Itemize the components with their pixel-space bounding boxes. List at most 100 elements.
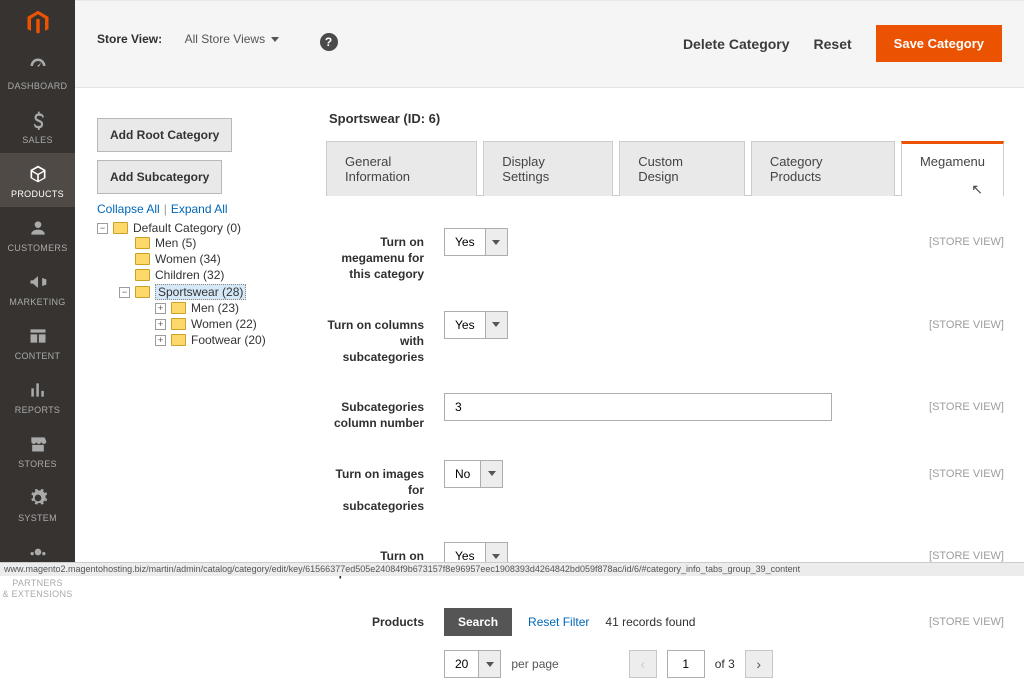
scope-label: [STORE VIEW] [929,311,1004,331]
folder-icon [171,334,186,346]
category-tree: − Default Category (0) Men (5) Women (34)… [97,220,317,350]
next-page-button[interactable]: › [745,650,773,678]
tab-products[interactable]: Category Products [751,141,895,196]
nav-stores[interactable]: STORES [0,423,75,477]
tree-toggle-icon[interactable]: − [119,287,130,298]
delete-category-button[interactable]: Delete Category [683,36,790,52]
page-number-input[interactable] [667,650,705,678]
nav-reports-label: REPORTS [2,405,73,415]
category-side-panel: Add Root Category Add Subcategory Collap… [97,118,317,350]
add-root-category-button[interactable]: Add Root Category [97,118,232,152]
chevron-down-icon[interactable] [479,650,501,678]
chevron-down-icon[interactable] [486,228,508,256]
page-of-label: of 3 [715,657,735,671]
folder-icon [135,269,150,281]
nav-customers-label: CUSTOMERS [2,243,73,253]
category-tabs: General Information Display Settings Cus… [326,140,1004,196]
page-toolbar: Store View: All Store Views ? Delete Cat… [75,0,1024,88]
nav-stores-label: STORES [2,459,73,469]
tab-general[interactable]: General Information [326,141,477,196]
tree-node-sportswear[interactable]: Sportswear (28) [155,284,246,300]
store-view-label: Store View: [97,32,162,46]
nav-dashboard-label: DASHBOARD [2,81,73,91]
add-subcategory-button[interactable]: Add Subcategory [97,160,222,194]
save-category-button[interactable]: Save Category [876,25,1002,62]
category-form: Sportswear (ID: 6) General Information D… [326,103,1004,684]
nav-system-label: SYSTEM [2,513,73,523]
per-page-value: 20 [444,650,479,678]
browser-status-bar: www.magento2.magentohosting.biz/martin/a… [0,562,1024,576]
per-page-select[interactable]: 20 [444,650,501,678]
store-view-switcher[interactable]: All Store Views [185,32,279,46]
chevron-down-icon[interactable] [481,460,503,488]
tree-toggle-icon[interactable]: − [97,223,108,234]
chevron-down-icon[interactable] [486,311,508,339]
collapse-all-link[interactable]: Collapse All [97,202,160,216]
scope-label: [STORE VIEW] [929,542,1004,562]
scope-label: [STORE VIEW] [929,608,1004,628]
reset-button[interactable]: Reset [814,36,852,52]
field-label-products: Products [326,608,444,630]
scope-label: [STORE VIEW] [929,228,1004,248]
folder-icon [171,318,186,330]
nav-customers[interactable]: CUSTOMERS [0,207,75,261]
megamenu-select-value: Yes [444,228,486,256]
folder-icon [135,237,150,249]
chevron-left-icon: ‹ [640,656,645,672]
nav-content-label: CONTENT [2,351,73,361]
nav-marketing[interactable]: MARKETING [0,261,75,315]
colnum-input[interactable] [444,393,832,421]
field-label-columns: Turn on columns with subcategories [326,311,444,366]
nav-system[interactable]: SYSTEM [0,477,75,531]
records-found: 41 records found [605,615,695,629]
tree-node-sw-women[interactable]: Women (22) [191,317,257,331]
search-button[interactable]: Search [444,608,512,636]
reset-filter-link[interactable]: Reset Filter [528,615,589,629]
per-page-label: per page [511,657,558,671]
chevron-down-icon [271,37,279,42]
scope-label: [STORE VIEW] [929,460,1004,480]
tab-display[interactable]: Display Settings [483,141,613,196]
folder-icon [135,286,150,298]
nav-marketing-label: MARKETING [2,297,73,307]
field-label-images: Turn on images for subcategories [326,460,444,515]
nav-content[interactable]: CONTENT [0,315,75,369]
chevron-right-icon: › [756,656,761,672]
columns-select-value: Yes [444,311,486,339]
tab-design[interactable]: Custom Design [619,141,745,196]
tree-toggle-icon[interactable]: + [155,319,166,330]
expand-all-link[interactable]: Expand All [171,202,228,216]
tab-megamenu[interactable]: Megamenu ↖ [901,141,1004,196]
tree-node-sw-men[interactable]: Men (23) [191,301,239,315]
folder-icon [113,222,128,234]
megamenu-select[interactable]: Yes [444,228,508,256]
magento-logo[interactable] [0,0,75,45]
category-title: Sportswear (ID: 6) [329,111,1001,126]
tree-node-default[interactable]: Default Category (0) [133,221,241,235]
tab-megamenu-label: Megamenu [920,154,985,169]
tree-node-women[interactable]: Women (34) [155,252,221,266]
tree-node-men[interactable]: Men (5) [155,236,196,250]
nav-sales[interactable]: SALES [0,99,75,153]
field-label-colnum: Subcategories column number [326,393,444,431]
admin-nav-rail: DASHBOARD SALES PRODUCTS CUSTOMERS MARKE… [0,0,75,576]
cursor-icon: ↖ [971,181,983,198]
scope-label: [STORE VIEW] [929,393,1004,413]
prev-page-button[interactable]: ‹ [629,650,657,678]
images-select-value: No [444,460,481,488]
folder-icon [171,302,186,314]
help-icon[interactable]: ? [320,33,338,51]
nav-dashboard[interactable]: DASHBOARD [0,45,75,99]
nav-sales-label: SALES [2,135,73,145]
tree-toggle-icon[interactable]: + [155,335,166,346]
tree-node-sw-footwear[interactable]: Footwear (20) [191,333,266,347]
tree-toggle-icon[interactable]: + [155,303,166,314]
columns-select[interactable]: Yes [444,311,508,339]
field-label-megamenu: Turn on megamenu for this category [326,228,444,283]
images-select[interactable]: No [444,460,503,488]
nav-reports[interactable]: REPORTS [0,369,75,423]
tree-node-children[interactable]: Children (32) [155,268,224,282]
folder-icon [135,253,150,265]
store-view-value: All Store Views [185,32,265,46]
nav-products[interactable]: PRODUCTS [0,153,75,207]
